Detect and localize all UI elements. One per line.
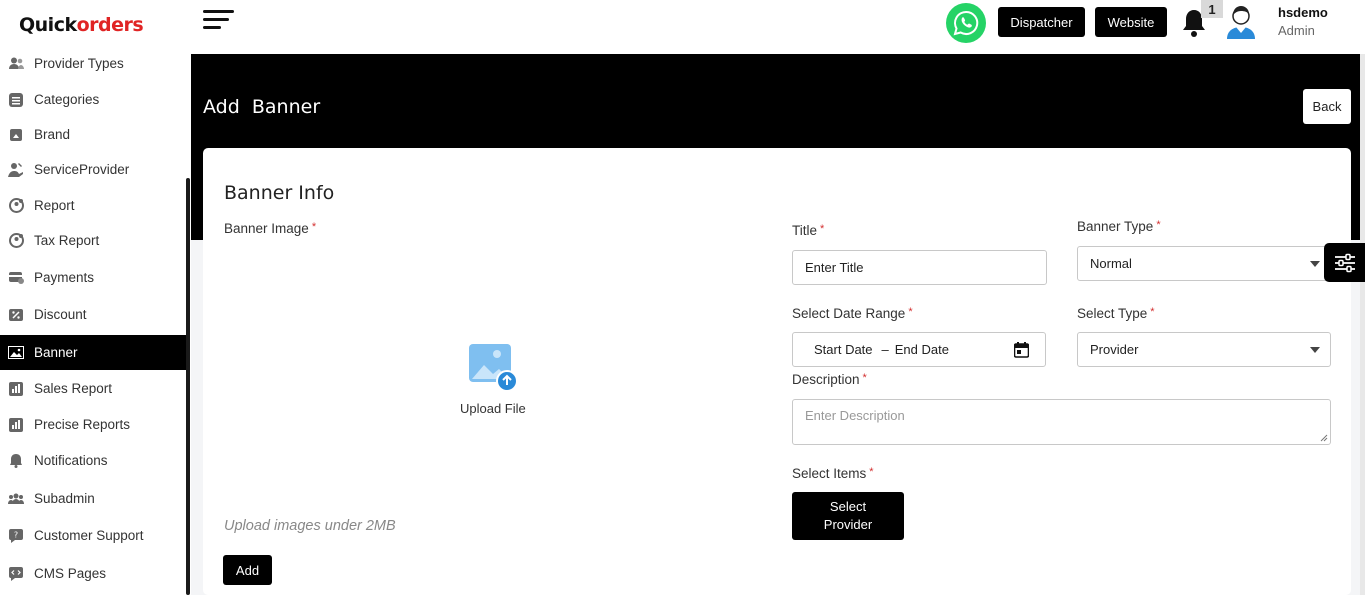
sidebar: Quick orders Provider Types Categories Br… bbox=[0, 0, 191, 595]
image-icon bbox=[8, 345, 24, 361]
select-type-select[interactable]: Provider bbox=[1077, 332, 1331, 367]
users-icon bbox=[8, 56, 24, 72]
title-label: Title * bbox=[792, 223, 825, 238]
bell-icon bbox=[8, 453, 24, 469]
sidebar-item-label: Precise Reports bbox=[34, 417, 131, 432]
upload-hint: Upload images under 2MB bbox=[224, 518, 396, 534]
support-icon: ? bbox=[8, 528, 24, 544]
select-provider-button[interactable]: Select Provider bbox=[792, 492, 904, 540]
date-separator: – bbox=[881, 342, 889, 357]
banner-image-label: Banner Image * bbox=[224, 221, 317, 236]
date-range-input[interactable]: Start Date – End Date bbox=[792, 332, 1046, 367]
banner-type-select[interactable]: Normal bbox=[1077, 246, 1331, 281]
sidebar-item-label: Categories bbox=[34, 92, 100, 107]
upload-image-icon bbox=[467, 344, 519, 392]
sidebar-item-label: Notifications bbox=[34, 453, 108, 468]
upload-dropzone[interactable]: Upload File bbox=[224, 248, 764, 508]
svg-text:?: ? bbox=[14, 530, 18, 539]
sidebar-item-label: Subadmin bbox=[34, 491, 95, 506]
select-items-label: Select Items * bbox=[792, 466, 874, 481]
chevron-down-icon bbox=[1310, 260, 1320, 267]
banner-type-value: Normal bbox=[1090, 256, 1132, 271]
sidebar-item-label: Payments bbox=[34, 270, 95, 285]
whatsapp-icon[interactable] bbox=[946, 3, 986, 43]
sidebar-item-categories[interactable]: Categories bbox=[0, 82, 186, 117]
tax-report-icon bbox=[8, 233, 24, 249]
back-button[interactable]: Back bbox=[1303, 89, 1351, 124]
select-type-value: Provider bbox=[1090, 342, 1139, 357]
description-label: Description * bbox=[792, 372, 867, 387]
sidebar-item-serviceprovider[interactable]: ServiceProvider bbox=[0, 152, 186, 187]
sidebar-item-provider-types[interactable]: Provider Types bbox=[0, 46, 186, 81]
chevron-down-icon bbox=[1310, 346, 1320, 353]
notification-count-badge: 1 bbox=[1201, 0, 1223, 18]
resize-handle-icon[interactable] bbox=[1320, 434, 1328, 442]
website-button[interactable]: Website bbox=[1095, 7, 1167, 37]
sidebar-item-label: Brand bbox=[34, 127, 71, 142]
page-scrollbar-track[interactable] bbox=[1360, 54, 1365, 595]
select-provider-line2: Provider bbox=[823, 517, 873, 532]
description-placeholder: Enter Description bbox=[805, 408, 905, 423]
date-range-label: Select Date Range * bbox=[792, 306, 913, 321]
sales-report-icon bbox=[8, 381, 24, 397]
user-avatar[interactable] bbox=[1224, 3, 1258, 39]
sidebar-item-label: Provider Types bbox=[34, 56, 124, 71]
end-date-text: End Date bbox=[894, 342, 949, 357]
logo-text-orders: orders bbox=[76, 14, 144, 36]
sidebar-item-payments[interactable]: Payments bbox=[0, 260, 186, 295]
menu-toggle-icon[interactable] bbox=[203, 10, 235, 34]
logo-text-quick: Quick bbox=[19, 14, 77, 36]
sidebar-scrollbar[interactable] bbox=[186, 178, 190, 595]
tag-icon bbox=[8, 127, 24, 143]
select-type-label: Select Type * bbox=[1077, 306, 1155, 321]
sidebar-item-label: Report bbox=[34, 198, 75, 213]
banner-type-label: Banner Type * bbox=[1077, 219, 1161, 234]
sidebar-item-brand[interactable]: Brand bbox=[0, 117, 186, 152]
banner-form-card: Banner Info Banner Image * Upload File Up… bbox=[203, 148, 1351, 595]
chart-icon bbox=[8, 417, 24, 433]
sidebar-item-label: Tax Report bbox=[34, 233, 100, 248]
sidebar-item-cms-pages[interactable]: CMS Pages bbox=[0, 556, 186, 591]
sidebar-item-label: Discount bbox=[34, 307, 87, 322]
dispatcher-button[interactable]: Dispatcher bbox=[998, 7, 1085, 37]
section-title: Banner Info bbox=[224, 182, 335, 204]
sidebar-item-label: ServiceProvider bbox=[34, 162, 130, 177]
top-header: Dispatcher Website 1 hsdemo Admin bbox=[191, 0, 1365, 54]
sidebar-item-banner[interactable]: Banner bbox=[0, 335, 186, 370]
sidebar-item-customer-support[interactable]: ? Customer Support bbox=[0, 518, 186, 553]
start-date-text: Start Date bbox=[814, 342, 873, 357]
sidebar-item-notifications[interactable]: Notifications bbox=[0, 443, 186, 478]
sidebar-item-discount[interactable]: Discount bbox=[0, 297, 186, 332]
sidebar-item-label: Banner bbox=[34, 345, 78, 360]
select-provider-line1: Select bbox=[829, 499, 867, 514]
sidebar-item-report[interactable]: Report bbox=[0, 188, 186, 223]
group-icon bbox=[8, 491, 24, 507]
discount-icon bbox=[8, 307, 24, 323]
sidebar-item-precise-reports[interactable]: Precise Reports bbox=[0, 407, 186, 442]
sidebar-item-sales-report[interactable]: Sales Report bbox=[0, 371, 186, 406]
sidebar-item-subadmin[interactable]: Subadmin bbox=[0, 481, 186, 516]
payments-icon bbox=[8, 270, 24, 286]
service-icon bbox=[8, 162, 24, 178]
report-icon bbox=[8, 198, 24, 214]
sidebar-item-label: Sales Report bbox=[34, 381, 113, 396]
settings-sliders-icon[interactable] bbox=[1324, 243, 1365, 282]
calendar-icon[interactable] bbox=[1013, 342, 1030, 361]
code-icon bbox=[8, 566, 24, 582]
upload-file-label: Upload File bbox=[460, 401, 526, 416]
sidebar-item-label: Customer Support bbox=[34, 528, 144, 543]
sidebar-item-tax-report[interactable]: Tax Report bbox=[0, 223, 186, 258]
sidebar-item-label: CMS Pages bbox=[34, 566, 107, 581]
description-textarea[interactable]: Enter Description bbox=[792, 399, 1331, 445]
user-role: Admin bbox=[1278, 23, 1315, 38]
add-button[interactable]: Add bbox=[223, 555, 272, 585]
title-input[interactable]: Enter Title bbox=[792, 250, 1047, 285]
user-name: hsdemo bbox=[1278, 5, 1328, 20]
page-title: Add Banner bbox=[203, 96, 321, 118]
brand-logo[interactable]: Quick orders bbox=[19, 10, 144, 36]
list-icon bbox=[8, 92, 24, 108]
